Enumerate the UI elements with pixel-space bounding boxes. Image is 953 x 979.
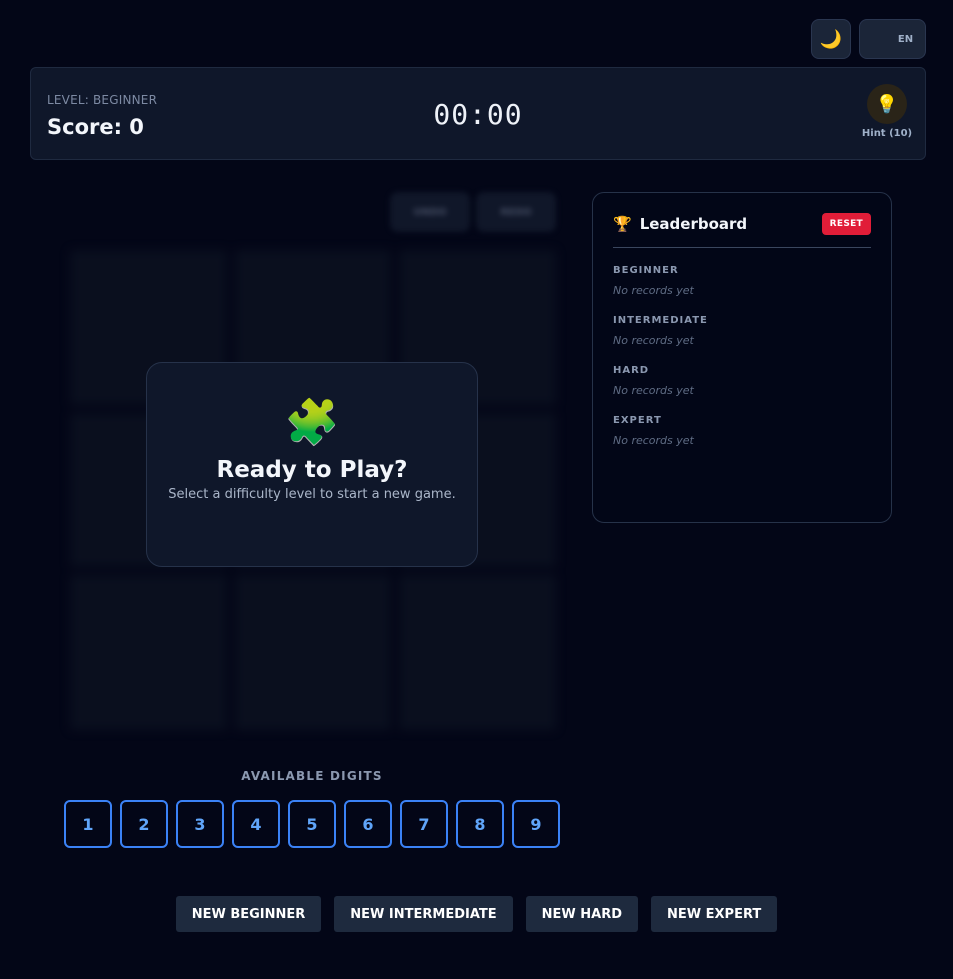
redo-label: REDO [500,206,532,218]
digit-button-7[interactable]: 7 [400,800,448,848]
section-name: INTERMEDIATE [613,315,708,326]
digit-button-3[interactable]: 3 [176,800,224,848]
language-label: EN [897,33,914,45]
leaderboard-header: 🏆 Leaderboard RESET [613,213,871,248]
grid-box [70,575,227,730]
empty-state-text: No records yet [613,334,694,347]
overlay-title: Ready to Play? [216,457,408,483]
top-toolbar: 🌙 EN [811,19,926,59]
digit-pad: 1 2 3 4 5 6 7 8 9 [64,800,560,848]
leaderboard-title: Leaderboard [639,215,748,233]
new-expert-button[interactable]: NEW EXPERT [651,896,778,932]
empty-state-text: No records yet [613,384,694,397]
undo-label: UNDO [413,206,447,218]
hint-count-label: Hint (10) [861,128,913,139]
leaderboard-section-intermediate: INTERMEDIATE No records yet [613,315,871,347]
theme-toggle-button[interactable]: 🌙 [811,19,851,59]
digits-title: AVAILABLE DIGITS [241,769,383,783]
leaderboard-section-expert: EXPERT No records yet [613,415,871,447]
game-header: LEVEL: BEGINNER Score: 0 00:00 💡 Hint (1… [30,67,926,160]
undo-button[interactable]: UNDO [390,192,470,232]
leaderboard-section-beginner: BEGINNER No records yet [613,265,871,297]
hint-control: 💡 Hint (10) [861,84,913,139]
digit-button-6[interactable]: 6 [344,800,392,848]
digit-button-2[interactable]: 2 [120,800,168,848]
digit-button-1[interactable]: 1 [64,800,112,848]
leaderboard-title-group: 🏆 Leaderboard [613,215,747,233]
digit-button-5[interactable]: 5 [288,800,336,848]
undo-redo-group: UNDO REDO [390,192,556,232]
lightbulb-icon: 💡 [875,93,899,115]
leaderboard-section-hard: HARD No records yet [613,365,871,397]
timer-display: 00:00 [433,98,523,131]
redo-button[interactable]: REDO [476,192,556,232]
section-name: HARD [613,365,650,376]
empty-state-text: No records yet [613,284,694,297]
new-hard-button[interactable]: NEW HARD [525,896,639,932]
new-beginner-button[interactable]: NEW BEGINNER [175,896,322,932]
hint-button[interactable]: 💡 [867,84,907,124]
leaderboard-panel: 🏆 Leaderboard RESET BEGINNER No records … [592,192,892,523]
new-intermediate-button[interactable]: NEW INTERMEDIATE [334,896,513,932]
digit-button-4[interactable]: 4 [232,800,280,848]
trophy-icon: 🏆 [613,215,632,233]
section-name: BEGINNER [613,265,679,276]
start-overlay: 🧩 Ready to Play? Select a difficulty lev… [146,362,478,567]
moon-icon: 🌙 [819,28,843,50]
digit-button-9[interactable]: 9 [512,800,560,848]
reset-leaderboard-button[interactable]: RESET [821,213,871,235]
overlay-subtitle: Select a difficulty level to start a new… [168,487,456,502]
grid-box [234,575,392,730]
new-game-buttons: NEW BEGINNER NEW INTERMEDIATE NEW HARD N… [0,896,953,932]
language-button[interactable]: EN [859,19,926,59]
grid-box [399,575,556,730]
digit-button-8[interactable]: 8 [456,800,504,848]
section-name: EXPERT [613,415,662,426]
empty-state-text: No records yet [613,434,694,447]
puzzle-icon: 🧩 [284,397,340,448]
